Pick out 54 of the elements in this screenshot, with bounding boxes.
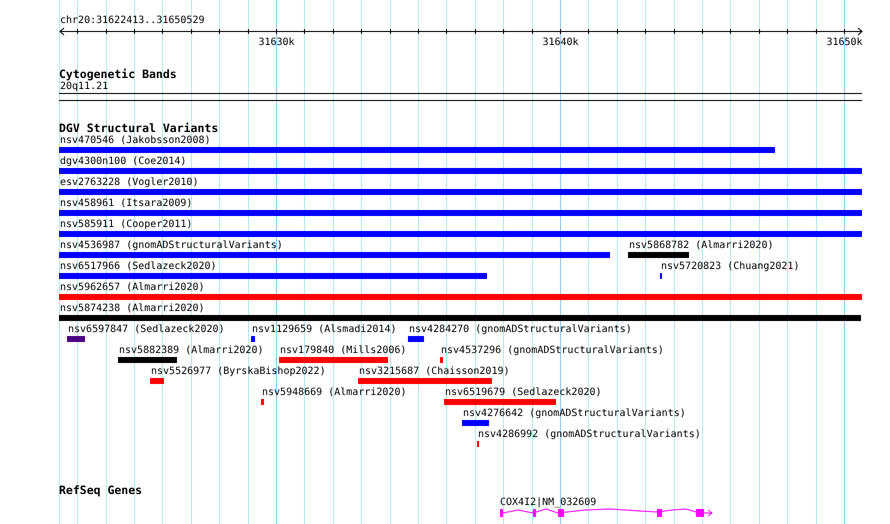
- location-label: chr20:31622413..31650529: [59, 15, 204, 27]
- variant-bar[interactable]: [261, 399, 264, 405]
- variant-bar[interactable]: [59, 189, 862, 195]
- variant-label: nsv5882389 (Almarri2020): [118, 345, 264, 357]
- variant-label: nsv1129659 (Alsmadi2014): [251, 324, 396, 336]
- variant-label: esv2763228 (Vogler2010): [59, 177, 198, 189]
- variant-bar[interactable]: [279, 357, 388, 363]
- variant-label: nsv5962657 (Almarri2020): [59, 282, 204, 294]
- track-title: DGV Structural Variants: [58, 122, 218, 135]
- gene-model-drawing[interactable]: [500, 508, 713, 517]
- band-label: 20q11.21: [59, 81, 108, 93]
- variant-label: nsv4286992 (gnomADStructuralVariants): [477, 429, 701, 441]
- variant-label: nsv5948669 (Almarri2020): [261, 387, 406, 399]
- variant-bar[interactable]: [67, 336, 85, 342]
- variant-bar[interactable]: [628, 252, 689, 258]
- variant-bar[interactable]: [462, 420, 489, 426]
- variant-bar[interactable]: [59, 273, 487, 279]
- track-title: RefSeq Genes: [58, 484, 142, 497]
- variant-label: nsv4537296 (gnomADStructuralVariants): [440, 345, 664, 357]
- variant-bar[interactable]: [118, 357, 177, 363]
- variant-bar[interactable]: [358, 378, 492, 384]
- variant-bar[interactable]: [408, 336, 424, 342]
- variant-label: nsv179840 (Mills2006): [279, 345, 406, 357]
- variant-bar[interactable]: [150, 378, 164, 384]
- variant-label: nsv4284270 (gnomADStructuralVariants): [408, 324, 632, 336]
- tick-label: 31630k: [258, 37, 295, 48]
- variant-bar[interactable]: [59, 210, 862, 216]
- variant-bar[interactable]: [59, 294, 862, 300]
- track-title: Cytogenetic Bands: [58, 68, 177, 81]
- variant-label: nsv470546 (Jakobsson2008): [59, 135, 211, 147]
- variant-label: nsv6517966 (Sedlazeck2020): [59, 261, 217, 273]
- variant-bar[interactable]: [59, 315, 861, 321]
- variant-label: nsv3215687 (Chaisson2019): [358, 366, 510, 378]
- variant-label: nsv458961 (Itsara2009): [59, 198, 192, 210]
- variant-label: nsv585911 (Cooper2011): [59, 219, 192, 231]
- variant-label: nsv5720823 (Chuang2021): [660, 261, 800, 273]
- variant-label: nsv4536987 (gnomADStructuralVariants): [59, 240, 283, 252]
- variant-bar[interactable]: [59, 147, 775, 153]
- variant-label: nsv4276642 (gnomADStructuralVariants): [462, 408, 686, 420]
- variant-bar[interactable]: [251, 336, 255, 342]
- variant-label: nsv6519679 (Sedlazeck2020): [444, 387, 602, 399]
- variant-bar[interactable]: [444, 399, 556, 405]
- tick-label: 31640k: [542, 37, 579, 48]
- tick-label: 31650k: [826, 37, 863, 48]
- variant-label: dgv4300n100 (Coe2014): [59, 156, 186, 168]
- variant-bar[interactable]: [59, 231, 862, 237]
- variant-label: nsv5526977 (ByrskaBishop2022): [150, 366, 326, 378]
- variant-bar[interactable]: [440, 357, 443, 363]
- variant-label: nsv5868782 (Almarri2020): [628, 240, 774, 252]
- variant-bar[interactable]: [59, 252, 610, 258]
- gene-label: COX4I2|NM_032609: [500, 497, 596, 509]
- variant-label: nsv6597847 (Sedlazeck2020): [67, 324, 225, 336]
- variant-bar[interactable]: [59, 168, 862, 174]
- variant-label: nsv5874238 (Almarri2020): [59, 303, 204, 315]
